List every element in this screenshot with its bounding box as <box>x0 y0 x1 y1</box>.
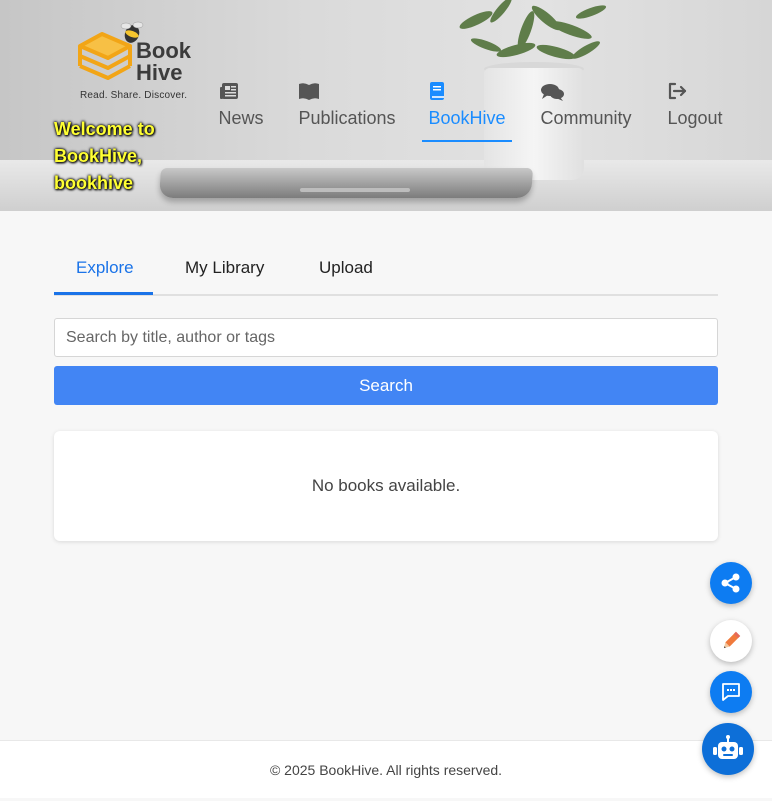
nav-bookhive[interactable]: BookHive <box>422 80 512 142</box>
logo-text-hive: Hive <box>136 60 183 85</box>
nav-publications-label: Publications <box>298 108 396 128</box>
copyright-text: © 2025 BookHive. All rights reserved. <box>269 761 503 778</box>
assistant-bot-button[interactable] <box>702 723 754 775</box>
search-input[interactable] <box>54 318 718 357</box>
logout-icon <box>668 82 687 100</box>
book-icon <box>430 82 444 100</box>
chat-button[interactable] <box>710 671 752 713</box>
nav-logout-label: Logout <box>667 108 723 128</box>
search-button[interactable]: Search <box>54 366 718 405</box>
share-button[interactable] <box>710 562 752 604</box>
page-footer: © 2025 BookHive. All rights reserved. <box>0 740 772 798</box>
tab-explore[interactable]: Explore <box>54 250 153 295</box>
nav-news-label: News <box>218 108 264 128</box>
edit-button[interactable] <box>710 620 752 662</box>
tab-upload[interactable]: Upload <box>297 250 397 296</box>
pencil-icon <box>723 631 741 649</box>
laptop-lip <box>300 188 410 192</box>
logo-tagline: Read. Share. Discover. <box>80 90 188 101</box>
logo-text-book: Book <box>136 38 191 63</box>
open-book-icon <box>299 83 319 100</box>
nav-logout[interactable]: Logout <box>664 80 726 142</box>
nav-community-label: Community <box>540 108 632 128</box>
nav-bookhive-label: BookHive <box>428 108 506 128</box>
library-tabs: Explore My Library Upload <box>54 250 718 296</box>
nav-news[interactable]: News <box>212 80 270 142</box>
chat-icon <box>722 683 740 701</box>
empty-state-message: No books available. <box>311 476 461 495</box>
nav-publications[interactable]: Publications <box>294 80 400 142</box>
comments-icon <box>541 84 564 101</box>
share-icon <box>721 573 740 593</box>
newspaper-icon <box>220 83 238 99</box>
nav-community[interactable]: Community <box>536 80 636 142</box>
welcome-message: Welcome to BookHive, bookhive <box>54 119 155 193</box>
laptop-image <box>158 168 534 198</box>
tab-my-library[interactable]: My Library <box>163 250 289 296</box>
robot-icon <box>713 735 743 759</box>
results-card: No books available. <box>54 431 718 541</box>
